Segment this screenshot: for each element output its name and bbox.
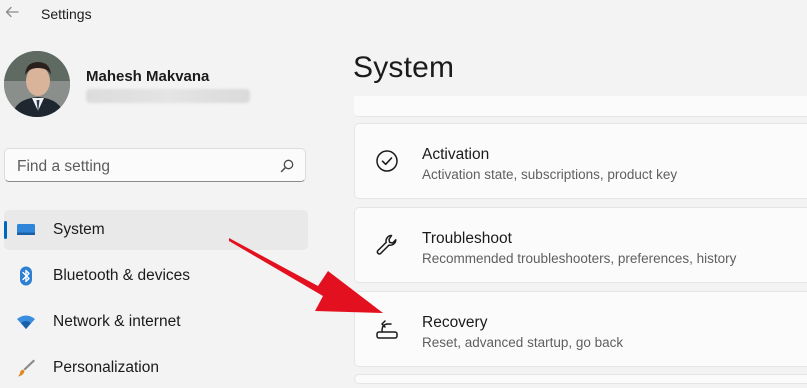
sidebar-item-bluetooth[interactable]: Bluetooth & devices	[4, 256, 308, 296]
card-description: Reset, advanced startup, go back	[422, 335, 624, 350]
sidebar-item-label: Bluetooth & devices	[53, 267, 191, 284]
avatar[interactable]	[4, 51, 70, 117]
search-box[interactable]: Find a setting	[4, 148, 306, 182]
next-card-top[interactable]	[354, 374, 807, 384]
card-title: Recovery	[422, 314, 488, 331]
back-button[interactable]	[3, 3, 21, 21]
sidebar-item-system[interactable]: System	[4, 210, 308, 250]
brush-icon	[16, 358, 36, 378]
page-title: System	[353, 51, 455, 84]
user-photo-icon	[4, 51, 70, 117]
card-description: Activation state, subscriptions, product…	[422, 167, 678, 182]
selection-indicator	[4, 221, 7, 239]
card-troubleshoot[interactable]: Troubleshoot Recommended troubleshooters…	[354, 207, 807, 283]
sidebar-item-label: Personalization	[53, 359, 159, 376]
bluetooth-icon	[16, 266, 36, 286]
previous-card-bottom[interactable]	[354, 96, 807, 117]
title-bar: Settings	[0, 0, 807, 30]
search-input[interactable]: Find a setting	[17, 158, 110, 176]
card-description: Recommended troubleshooters, preferences…	[422, 251, 737, 266]
sidebar-item-label: System	[53, 221, 105, 238]
user-email-redacted	[86, 89, 250, 103]
card-title: Troubleshoot	[422, 230, 512, 247]
card-title: Activation	[422, 146, 490, 163]
search-icon[interactable]	[279, 158, 295, 174]
check-circle-icon	[374, 148, 400, 174]
sidebar-item-personalization[interactable]: Personalization	[4, 348, 308, 388]
card-recovery[interactable]: Recovery Reset, advanced startup, go bac…	[354, 291, 807, 367]
wrench-icon	[374, 232, 400, 258]
sidebar-item-label: Network & internet	[53, 313, 181, 330]
card-activation[interactable]: Activation Activation state, subscriptio…	[354, 123, 807, 199]
monitor-icon	[16, 220, 36, 240]
user-name: Mahesh Makvana	[86, 68, 210, 85]
sidebar-item-network[interactable]: Network & internet	[4, 302, 308, 342]
back-arrow-icon	[5, 6, 19, 18]
recovery-icon	[374, 316, 400, 342]
wifi-icon	[16, 312, 36, 332]
app-title: Settings	[41, 6, 92, 22]
